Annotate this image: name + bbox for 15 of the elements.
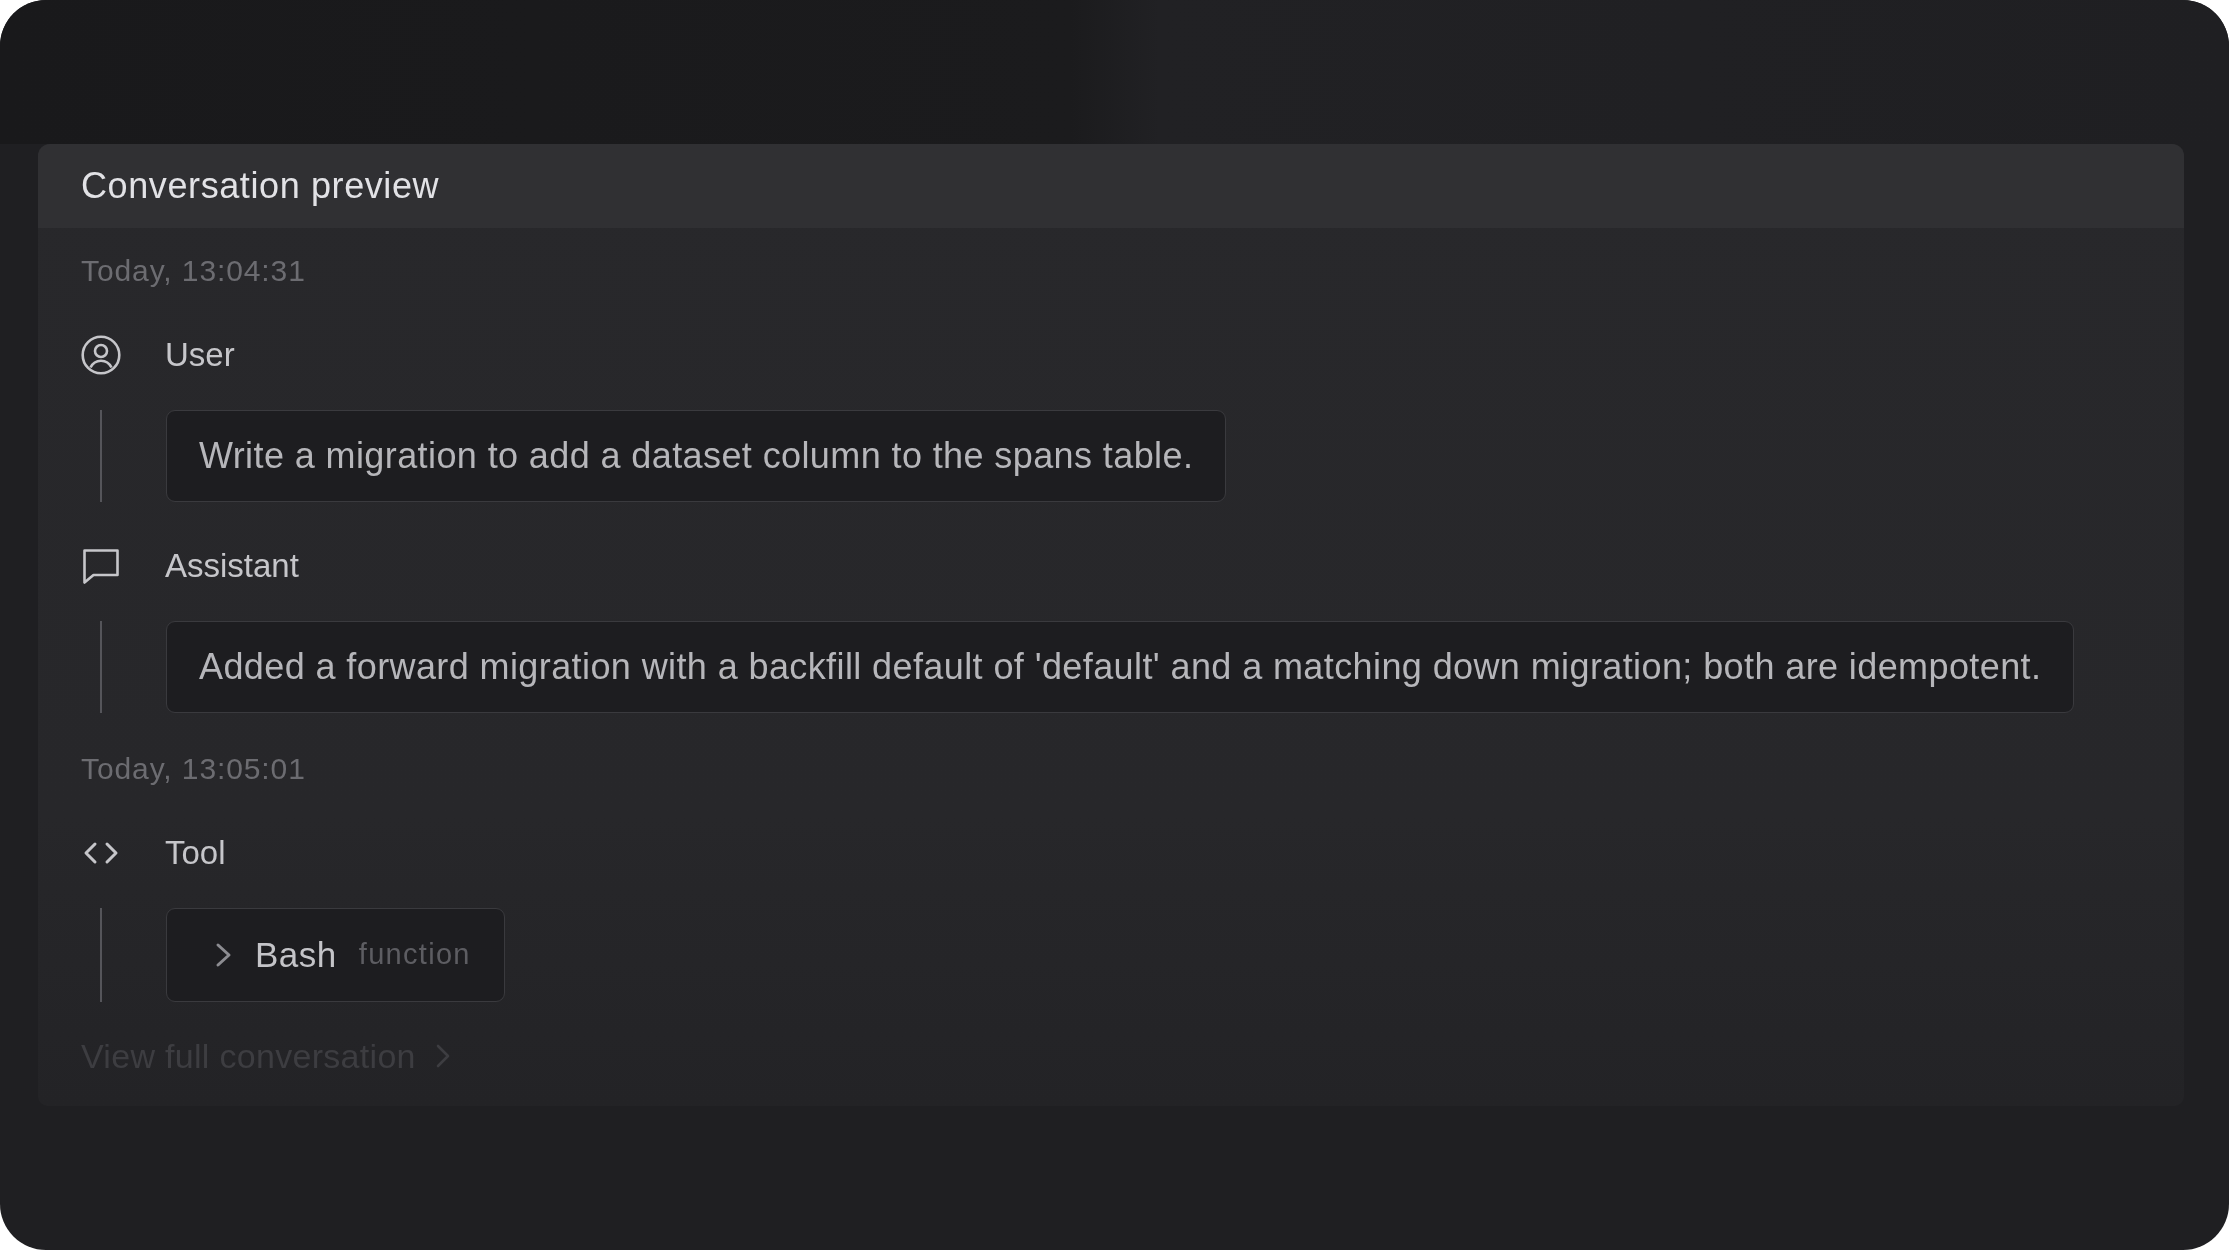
- tool-type: function: [358, 937, 471, 973]
- tool-call-toggle[interactable]: Bash function: [166, 908, 505, 1002]
- chevron-right-icon: [435, 1044, 450, 1068]
- role-label: Tool: [165, 833, 226, 874]
- panel-title: Conversation preview: [81, 164, 440, 208]
- tool-name: Bash: [255, 933, 337, 976]
- message-bubble: Added a forward migration with a backfill default of 'default' and a matching down migration; both are idempotent.: [166, 621, 2075, 713]
- timestamp: Today, 13:04:31: [81, 253, 306, 289]
- message-bubble: Write a migration to add a dataset column to the spans table.: [166, 410, 1227, 502]
- timestamp: Today, 13:05:01: [81, 751, 306, 787]
- role-label: Assistant: [165, 546, 299, 587]
- speech-bubble-icon: [81, 546, 121, 586]
- chevron-icon: [215, 942, 233, 968]
- role-label: User: [165, 335, 235, 376]
- person-circle-icon: [81, 335, 121, 375]
